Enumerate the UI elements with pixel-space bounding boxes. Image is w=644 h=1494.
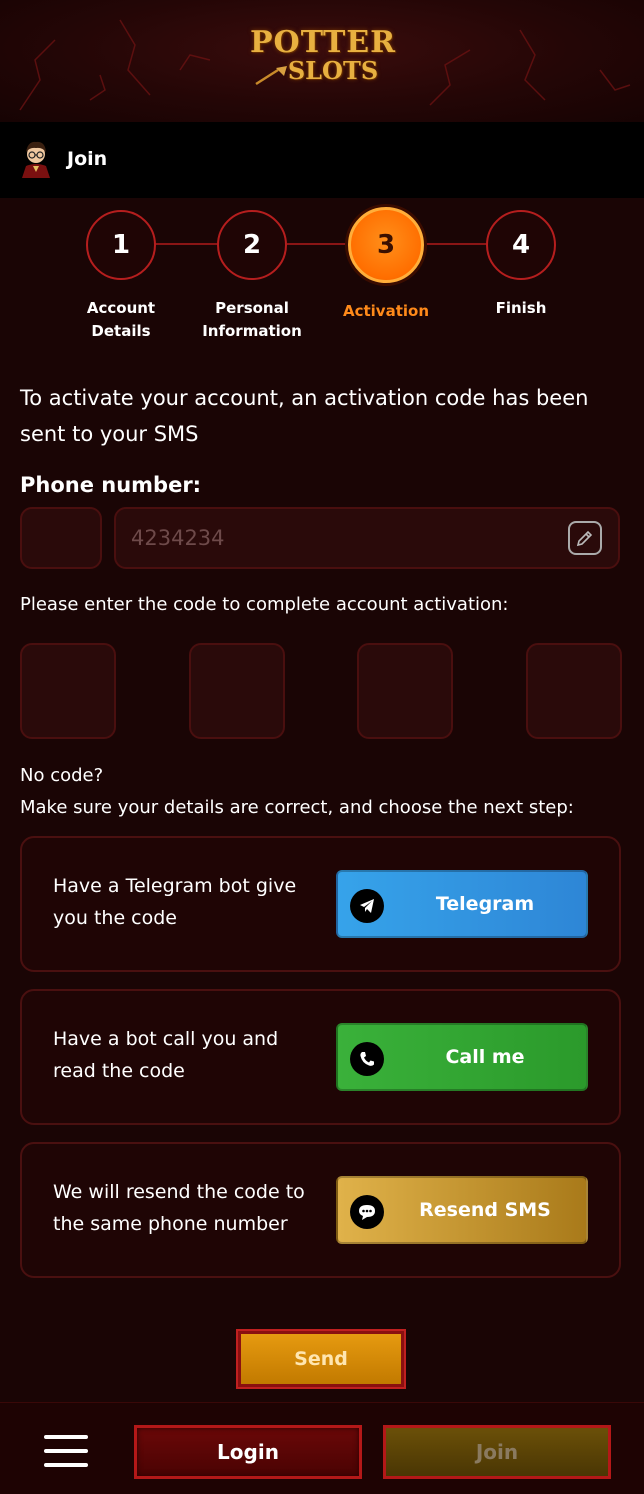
join-button[interactable]: Join [383,1425,611,1479]
step-1-circle: 1 [86,210,156,280]
step-3-label: Activation [342,302,429,320]
phone-number-input[interactable] [114,507,620,569]
step-4-label: Finish [495,299,547,317]
resend-option-text: We will resend the code to the same phon… [53,1181,305,1235]
login-button[interactable]: Login [134,1425,362,1479]
code-prompt: Please enter the code to complete accoun… [20,594,509,615]
step-2-label: Personal Information [192,297,312,343]
call-me-button-label: Call me [445,1046,525,1068]
call-me-button[interactable]: Call me [336,1023,588,1091]
page-title: Join [67,148,108,170]
telegram-button[interactable]: Telegram [336,870,588,938]
country-code-field[interactable] [20,507,102,569]
step-2-label-line2: Information [202,322,302,340]
site-header: POTTER SLOTS [0,0,644,122]
step-2-circle: 2 [217,210,287,280]
code-digit-input-3[interactable] [357,643,453,739]
step-1-label-line1: Account [86,299,156,317]
send-button[interactable]: Send [238,1331,404,1387]
broom-icon [255,66,287,86]
no-code-title: No code? [20,765,104,786]
telegram-option-card: Have a Telegram bot give you the code Te… [20,836,621,972]
call-option-card: Have a bot call you and read the code Ca… [20,989,621,1125]
logo-line-2: SLOTS [287,56,379,85]
no-code-help: No code? Make sure your details are corr… [20,760,574,824]
chat-icon [350,1195,384,1229]
logo-line-1: POTTER [250,25,397,60]
no-code-text: Make sure your details are correct, and … [20,797,574,818]
step-1-label: Account Details [61,297,181,343]
resend-sms-button[interactable]: Resend SMS [336,1176,588,1244]
telegram-button-label: Telegram [435,893,535,915]
call-option-text: Have a bot call you and read the code [53,1028,279,1082]
potter-slots-logo[interactable]: POTTER SLOTS [250,25,397,94]
resend-option-card: We will resend the code to the same phon… [20,1142,621,1278]
resend-sms-button-label: Resend SMS [419,1199,551,1221]
step-connector [424,243,488,245]
edit-phone-button[interactable] [568,521,602,555]
bottom-nav-bar: Login Join [0,1402,644,1494]
hamburger-menu-icon[interactable] [44,1435,88,1467]
phone-number-label: Phone number: [20,473,202,497]
code-digit-input-1[interactable] [20,643,116,739]
step-connector [287,243,349,245]
step-1-label-line2: Details [91,322,151,340]
step-connector [155,243,219,245]
step-2-label-line1: Personal [215,299,289,317]
code-digit-input-2[interactable] [189,643,285,739]
wizard-avatar-icon [22,141,50,178]
activation-info-text: To activate your account, an activation … [20,386,589,446]
join-bar: Join [0,122,644,198]
telegram-icon [350,889,384,923]
phone-icon [350,1042,384,1076]
step-4-circle: 4 [486,210,556,280]
step-3-circle: 3 [348,207,424,283]
code-digit-input-4[interactable] [526,643,622,739]
pencil-icon [576,530,593,547]
telegram-option-text: Have a Telegram bot give you the code [53,875,297,929]
